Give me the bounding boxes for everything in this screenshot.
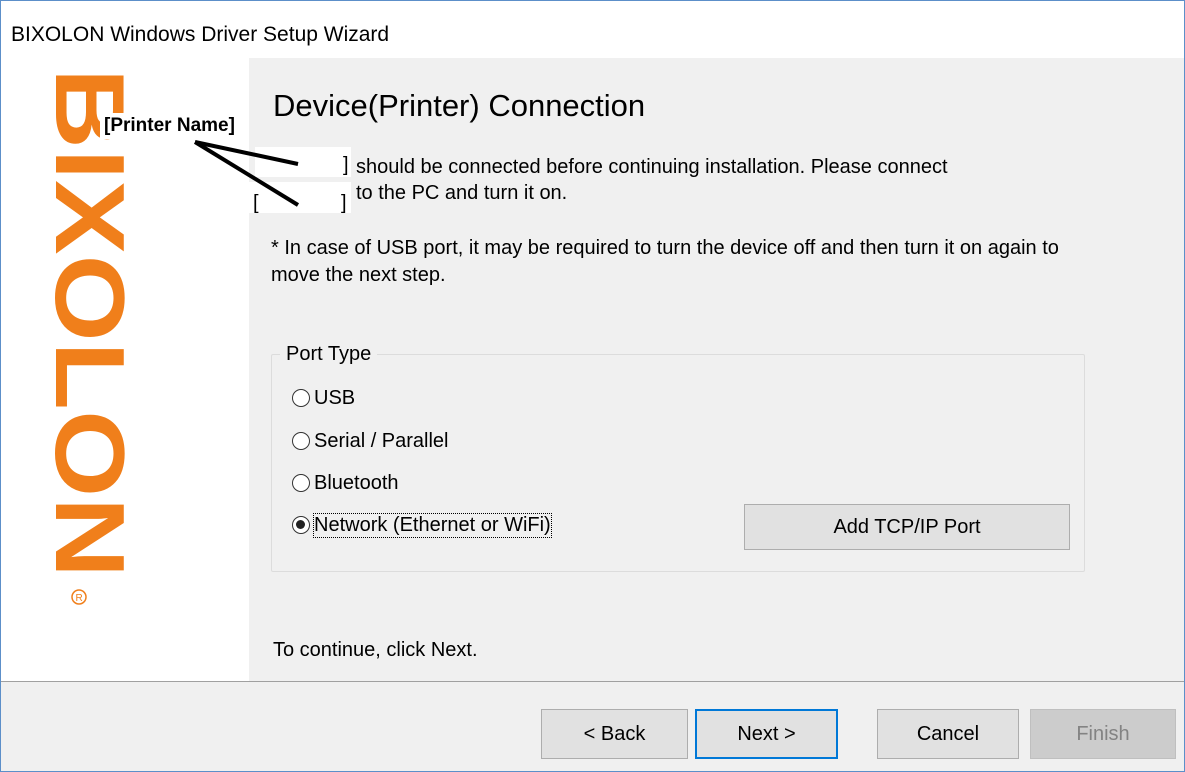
registered-mark-icon: R	[71, 589, 87, 605]
port-type-legend: Port Type	[280, 343, 378, 366]
connect-instruction-line2: to the PC and turn it on.	[356, 182, 568, 204]
radio-circle-icon[interactable]	[292, 432, 310, 450]
content-area: Device(Printer) Connection ] should be c…	[249, 58, 1184, 681]
redacted-printer-name-1	[255, 147, 351, 177]
redacted-printer-name-2	[249, 182, 351, 213]
radio-serial-parallel[interactable]: Serial / Parallel	[292, 428, 449, 454]
radio-circle-icon[interactable]	[292, 474, 310, 492]
bixolon-logo: BIXOLON R	[35, 68, 145, 605]
continue-instruction: To continue, click Next.	[273, 639, 478, 661]
radio-bluetooth[interactable]: Bluetooth	[292, 470, 399, 496]
title-bar: BIXOLON Windows Driver Setup Wizard	[1, 1, 1184, 58]
radio-serial-parallel-label: Serial / Parallel	[314, 429, 449, 452]
radio-usb[interactable]: USB	[292, 385, 355, 411]
port-type-group: Port Type USB Serial / Parallel Bluetoot…	[271, 343, 1085, 572]
back-button[interactable]: < Back	[541, 709, 688, 759]
connect-instruction-line1: should be connected before continuing in…	[356, 156, 948, 178]
footer-bar: < Back Next > Cancel Finish	[1, 682, 1184, 771]
add-tcpip-port-button[interactable]: Add TCP/IP Port	[744, 504, 1070, 550]
bixolon-logo-wordmark: BIXOLON	[35, 68, 145, 578]
finish-button[interactable]: Finish	[1030, 709, 1176, 759]
radio-bluetooth-label: Bluetooth	[314, 471, 399, 494]
page-title: Device(Printer) Connection	[273, 88, 646, 123]
logo-letters: BIXOLON	[35, 68, 145, 578]
cancel-button[interactable]: Cancel	[877, 709, 1019, 759]
radio-checked-icon[interactable]	[292, 516, 310, 534]
window-title: BIXOLON Windows Driver Setup Wizard	[11, 23, 390, 46]
next-button[interactable]: Next >	[695, 709, 838, 759]
svg-text:R: R	[76, 593, 83, 604]
sidebar: BIXOLON R	[1, 58, 249, 681]
bracket-open-2: [	[253, 192, 259, 214]
radio-network-label: Network (Ethernet or WiFi)	[313, 512, 552, 538]
radio-circle-icon[interactable]	[292, 389, 310, 407]
radio-usb-label: USB	[314, 386, 356, 409]
usb-note: * In case of USB port, it may be require…	[271, 237, 1059, 286]
bracket-close-1: ]	[343, 154, 349, 176]
radio-network[interactable]: Network (Ethernet or WiFi)	[292, 512, 552, 538]
bracket-close-2: ]	[341, 192, 347, 214]
printer-name-annotation: [Printer Name]	[100, 113, 239, 139]
